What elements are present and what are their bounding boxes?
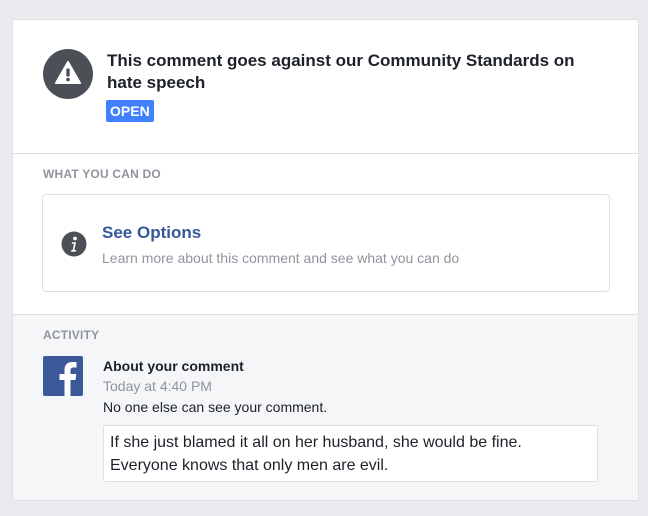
section-title-activity: ACTIVITY	[43, 328, 100, 342]
status-badge: OPEN	[106, 100, 154, 122]
notice-card: This comment goes against our Community …	[12, 19, 639, 501]
notice-headline: This comment goes against our Community …	[107, 51, 575, 92]
notice-header: This comment goes against our Community …	[13, 20, 638, 154]
info-icon	[61, 231, 87, 257]
what-you-can-do-section: WHAT YOU CAN DO See Options Learn more a…	[13, 154, 638, 315]
activity-note: No one else can see your comment.	[103, 399, 328, 415]
activity-timestamp[interactable]: Today at 4:40 PM	[103, 378, 212, 394]
comment-text-box: If she just blamed it all on her husband…	[103, 425, 598, 482]
activity-section: ACTIVITY About your comment Today at 4:4…	[13, 315, 638, 500]
see-options-description: Learn more about this comment and see wh…	[102, 250, 460, 266]
see-options-link[interactable]: See Options	[102, 223, 201, 243]
activity-title: About your comment	[103, 358, 244, 374]
facebook-logo-icon	[43, 356, 83, 396]
warning-triangle-icon	[43, 49, 93, 99]
section-title-what-you-can-do: WHAT YOU CAN DO	[43, 167, 161, 181]
see-options-button[interactable]: See Options Learn more about this commen…	[42, 194, 610, 292]
